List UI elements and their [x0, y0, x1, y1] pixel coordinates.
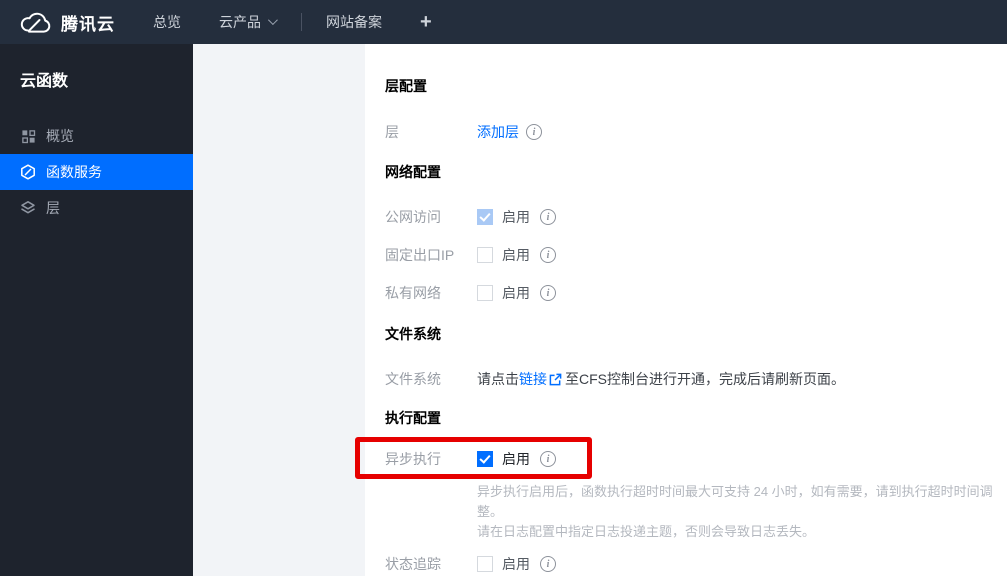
brand-name: 腾讯云 — [61, 14, 115, 34]
sidebar-menu: 概览 函数服务 层 — [0, 118, 193, 226]
status-trace-row: 状态追踪 启用 — [385, 553, 1007, 575]
layer-row: 层 添加层 — [385, 121, 1007, 143]
info-icon[interactable] — [540, 285, 556, 301]
add-layer-link[interactable]: 添加层 — [477, 122, 519, 142]
field-label-public-network: 公网访问 — [385, 209, 441, 225]
sidebar-item-overview[interactable]: 概览 — [0, 118, 193, 154]
helper-line-1: 异步执行启用后，函数执行超时时间最大可支持 24 小时，如有需要，请到执行超时时… — [477, 484, 993, 519]
field-label-layer: 层 — [385, 124, 399, 140]
field-label-file-system: 文件系统 — [385, 371, 441, 387]
sidebar-item-label: 概览 — [46, 128, 74, 144]
tencent-cloud-logo[interactable]: 腾讯云 — [18, 10, 115, 35]
nav-item-overview[interactable]: 总览 — [153, 12, 181, 32]
section-title-network-config: 网络配置 — [385, 164, 441, 180]
function-icon — [20, 164, 36, 180]
file-system-row: 文件系统 请点击链接 至CFS控制台进行开通，完成后请刷新页面。 — [385, 368, 1007, 390]
fixed-egress-ip-checkbox[interactable] — [477, 247, 493, 263]
fixed-egress-ip-row: 固定出口IP 启用 — [385, 244, 1007, 266]
top-navigation: 总览 云产品 网站备案 + — [153, 12, 432, 32]
cfs-console-link[interactable]: 链接 — [519, 371, 547, 387]
section-title-layer-config: 层配置 — [385, 78, 427, 94]
public-network-row: 公网访问 启用 — [385, 206, 1007, 228]
enable-label: 启用 — [502, 556, 530, 572]
enable-label: 启用 — [502, 247, 530, 263]
field-label-status-trace: 状态追踪 — [385, 556, 441, 572]
sidebar-item-label: 函数服务 — [46, 164, 102, 180]
status-trace-checkbox[interactable] — [477, 556, 493, 572]
nav-divider — [301, 13, 302, 31]
cloud-logo-icon — [18, 11, 52, 34]
info-icon[interactable] — [540, 209, 556, 225]
field-label-async-execution: 异步执行 — [385, 451, 441, 467]
info-icon[interactable] — [540, 451, 556, 467]
sidebar: 云函数 概览 函数服务 层 — [0, 44, 193, 576]
layers-icon — [20, 200, 36, 216]
file-system-hint: 请点击链接 至CFS控制台进行开通，完成后请刷新页面。 — [477, 369, 845, 389]
secondary-panel — [193, 44, 365, 576]
section-title-execution-config: 执行配置 — [385, 410, 441, 426]
vpc-row: 私有网络 启用 — [385, 282, 1007, 304]
async-execution-row: 异步执行 启用 — [385, 448, 1007, 470]
enable-label: 启用 — [502, 209, 530, 225]
public-network-checkbox — [477, 209, 493, 225]
async-execution-helper-text: 异步执行启用后，函数执行超时时间最大可支持 24 小时，如有需要，请到执行超时时… — [477, 482, 1007, 542]
add-tab-button[interactable]: + — [420, 12, 432, 32]
field-label-vpc: 私有网络 — [385, 285, 441, 301]
enable-label: 启用 — [502, 451, 530, 467]
field-label-fixed-egress-ip: 固定出口IP — [385, 247, 455, 263]
helper-line-2: 请在日志配置中指定日志投递主题，否则会导致日志丢失。 — [477, 524, 816, 539]
sidebar-item-label: 层 — [46, 200, 60, 216]
vpc-checkbox[interactable] — [477, 285, 493, 301]
info-icon[interactable] — [526, 124, 542, 140]
grid-icon — [20, 128, 36, 144]
nav-item-cloud-products[interactable]: 云产品 — [219, 12, 278, 32]
hint-text-after: 至CFS控制台进行开通，完成后请刷新页面。 — [565, 371, 845, 387]
sidebar-item-layers[interactable]: 层 — [0, 190, 193, 226]
async-execution-checkbox[interactable] — [477, 451, 493, 467]
hint-text-before: 请点击 — [477, 371, 519, 387]
sidebar-item-function-service[interactable]: 函数服务 — [0, 154, 193, 190]
enable-label: 启用 — [502, 285, 530, 301]
topbar: 腾讯云 总览 云产品 网站备案 + — [0, 0, 1007, 44]
info-icon[interactable] — [540, 556, 556, 572]
external-link-icon[interactable] — [549, 373, 562, 389]
info-icon[interactable] — [540, 247, 556, 263]
section-title-file-system: 文件系统 — [385, 326, 441, 342]
function-config-panel: 层配置 层 添加层 网络配置 公网访问 启用 固定出口IP 启用 私有网络 启用… — [365, 44, 1007, 576]
sidebar-title: 云函数 — [20, 73, 69, 90]
nav-item-icp-record[interactable]: 网站备案 — [326, 12, 382, 32]
chevron-down-icon — [267, 14, 278, 25]
